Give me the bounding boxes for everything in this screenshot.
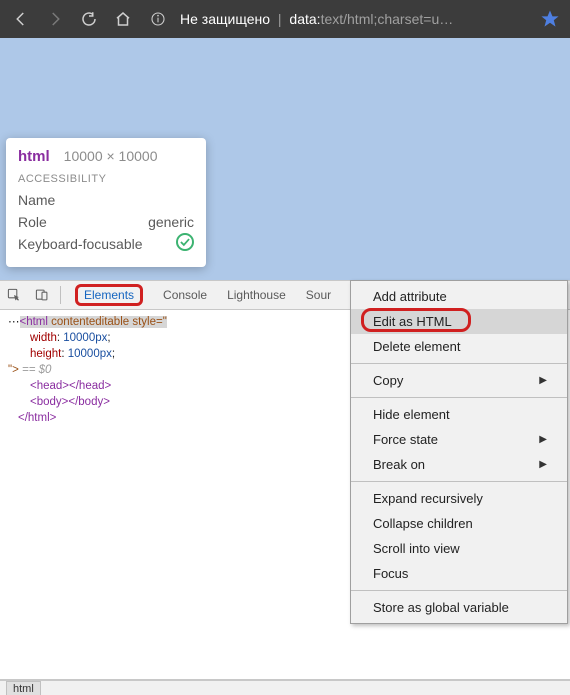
dom-tag-body[interactable]: <body></body> [30,396,110,408]
device-toolbar-button[interactable] [28,281,56,309]
page-viewport[interactable]: html 10000 × 10000 ACCESSIBILITY Name Ro… [0,38,570,280]
security-label: Не защищено [180,11,270,27]
menu-expand-recursively[interactable]: Expand recursively [351,486,567,511]
tooltip-role-label: Role [18,211,47,233]
menu-delete-element[interactable]: Delete element [351,334,567,359]
address-bar[interactable]: Не защищено | data:text/html;charset=u… [180,11,532,27]
crumb-html[interactable]: html [6,681,41,695]
tooltip-name-label: Name [18,189,55,211]
menu-focus[interactable]: Focus [351,561,567,586]
menu-hide-element[interactable]: Hide element [351,402,567,427]
back-button[interactable] [6,4,36,34]
tooltip-tag: html [18,148,50,165]
bookmark-star-icon[interactable] [536,5,564,33]
menu-edit-as-html[interactable]: Edit as HTML [351,309,567,334]
reload-button[interactable] [74,4,104,34]
tooltip-dimensions: 10000 × 10000 [64,148,158,164]
menu-scroll-into-view[interactable]: Scroll into view [351,536,567,561]
home-button[interactable] [108,4,138,34]
menu-separator [351,481,567,482]
browser-toolbar: Не защищено | data:text/html;charset=u… [0,0,570,38]
element-inspector-tooltip: html 10000 × 10000 ACCESSIBILITY Name Ro… [6,138,206,267]
chevron-right-icon: ▶ [539,375,547,386]
tab-elements[interactable]: Elements [65,281,153,309]
separator: | [278,11,282,27]
menu-collapse-children[interactable]: Collapse children [351,511,567,536]
forward-button[interactable] [40,4,70,34]
menu-force-state[interactable]: Force state▶ [351,427,567,452]
tooltip-role-value: generic [148,211,194,233]
menu-separator [351,397,567,398]
tab-lighthouse[interactable]: Lighthouse [217,281,296,309]
tab-console[interactable]: Console [153,281,217,309]
tooltip-accessibility-heading: ACCESSIBILITY [18,173,194,185]
url-scheme: data: [289,11,320,27]
dom-tag-html-close[interactable]: </html> [18,412,56,424]
dom-tag-head[interactable]: <head></head> [30,380,111,392]
menu-copy[interactable]: Copy▶ [351,368,567,393]
chevron-right-icon: ▶ [539,434,547,445]
tooltip-keyboard-label: Keyboard-focusable [18,233,143,255]
url-rest: text/html;charset=u… [321,11,454,27]
menu-separator [351,590,567,591]
divider [60,286,61,304]
menu-break-on[interactable]: Break on▶ [351,452,567,477]
context-menu: Add attribute Edit as HTML Delete elemen… [350,280,568,624]
inspect-element-button[interactable] [0,281,28,309]
selected-node-indicator: == $0 [22,364,51,376]
menu-store-global[interactable]: Store as global variable [351,595,567,620]
dom-breadcrumb[interactable]: html [0,680,570,695]
annotation-highlight: Elements [75,284,143,306]
menu-separator [351,363,567,364]
tab-sources-truncated[interactable]: Sour [296,281,341,309]
chevron-right-icon: ▶ [539,459,547,470]
check-icon [176,233,194,251]
info-icon[interactable] [148,9,168,29]
menu-add-attribute[interactable]: Add attribute [351,284,567,309]
dom-tag-html-open[interactable]: <html [20,316,52,328]
